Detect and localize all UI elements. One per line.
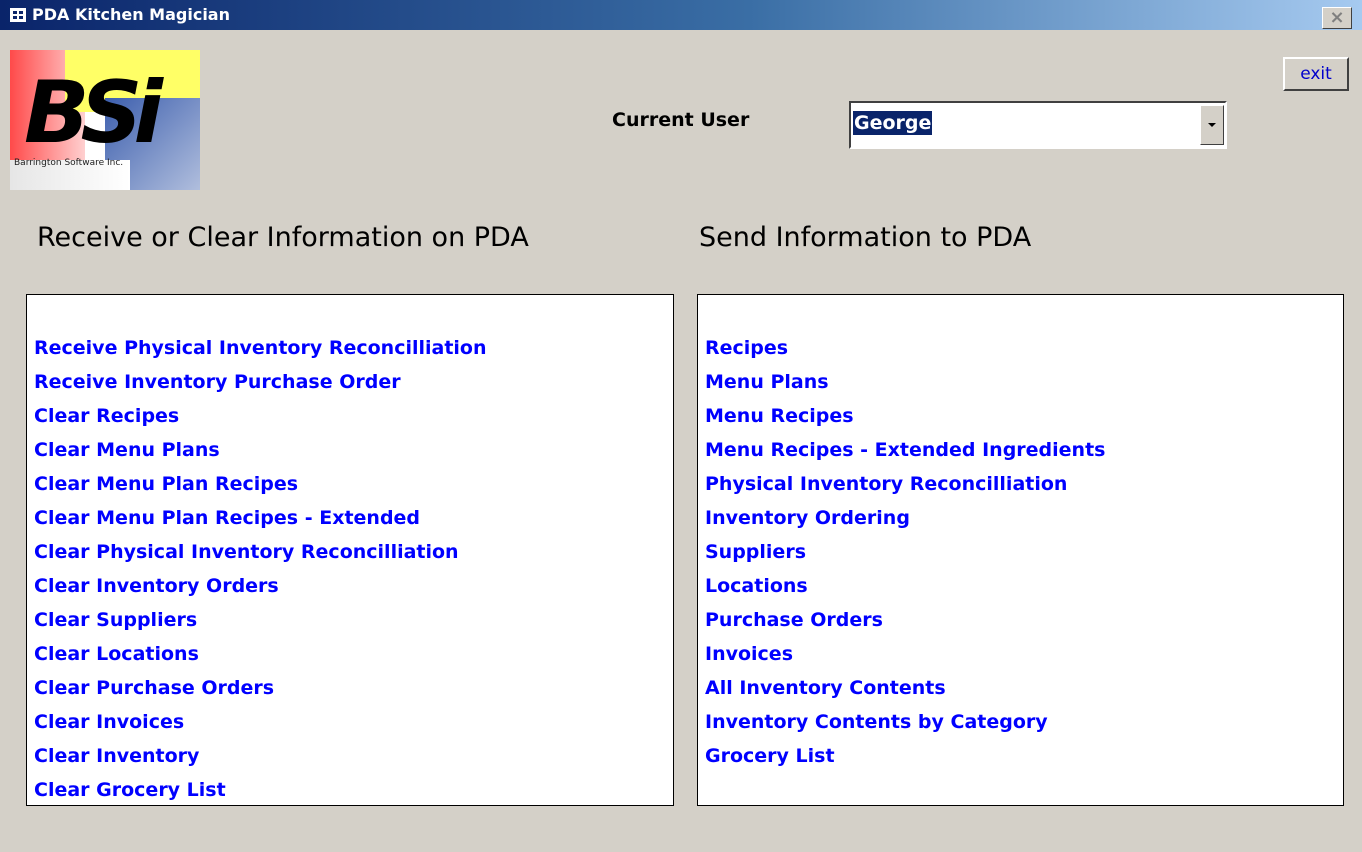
current-user-label: Current User — [612, 109, 750, 131]
receive-clear-list: Receive Physical Inventory Reconcilliati… — [34, 331, 487, 807]
send-list: Recipes Menu Plans Menu Recipes Menu Recipe… — [705, 331, 1105, 773]
receive-clear-link[interactable]: Clear Grocery List — [34, 773, 487, 807]
form-icon — [10, 8, 26, 22]
receive-clear-link[interactable]: Clear Physical Inventory Reconcilliation — [34, 535, 487, 569]
send-panel: Recipes Menu Plans Menu Recipes Menu Recipe… — [697, 294, 1344, 806]
receive-clear-link[interactable]: Clear Invoices — [34, 705, 487, 739]
receive-section-heading: Receive or Clear Information on PDA — [37, 222, 529, 253]
current-user-value[interactable]: George — [853, 111, 933, 135]
chevron-down-icon — [1208, 123, 1216, 127]
send-link[interactable]: Purchase Orders — [705, 603, 1105, 637]
send-link[interactable]: Invoices — [705, 637, 1105, 671]
send-link[interactable]: Suppliers — [705, 535, 1105, 569]
current-user-dropdown[interactable]: George — [849, 101, 1227, 149]
receive-clear-link[interactable]: Clear Menu Plans — [34, 433, 487, 467]
send-link[interactable]: Grocery List — [705, 739, 1105, 773]
send-link[interactable]: Inventory Ordering — [705, 501, 1105, 535]
receive-clear-link[interactable]: Receive Physical Inventory Reconcilliati… — [34, 331, 487, 365]
receive-clear-link[interactable]: Clear Suppliers — [34, 603, 487, 637]
receive-clear-link[interactable]: Clear Recipes — [34, 399, 487, 433]
app-window: PDA Kitchen Magician × BSi Barrington So… — [0, 0, 1362, 852]
receive-clear-panel: Receive Physical Inventory Reconcilliati… — [26, 294, 674, 806]
receive-clear-link[interactable]: Receive Inventory Purchase Order — [34, 365, 487, 399]
receive-clear-link[interactable]: Clear Inventory — [34, 739, 487, 773]
send-section-heading: Send Information to PDA — [699, 222, 1032, 253]
receive-clear-link[interactable]: Clear Menu Plan Recipes - Extended — [34, 501, 487, 535]
exit-button[interactable]: exit — [1283, 57, 1349, 91]
company-logo: BSi Barrington Software Inc. — [10, 50, 200, 190]
logo-company-name: Barrington Software Inc. — [14, 158, 124, 168]
send-link[interactable]: All Inventory Contents — [705, 671, 1105, 705]
receive-clear-link[interactable]: Clear Menu Plan Recipes — [34, 467, 487, 501]
receive-clear-link[interactable]: Clear Purchase Orders — [34, 671, 487, 705]
send-link[interactable]: Menu Recipes — [705, 399, 1105, 433]
receive-clear-link[interactable]: Clear Inventory Orders — [34, 569, 487, 603]
close-button[interactable]: × — [1322, 7, 1352, 29]
send-link[interactable]: Menu Recipes - Extended Ingredients — [705, 433, 1105, 467]
receive-clear-link[interactable]: Clear Locations — [34, 637, 487, 671]
logo-mark: BSi — [24, 63, 163, 163]
send-link[interactable]: Physical Inventory Reconcilliation — [705, 467, 1105, 501]
title-bar[interactable]: PDA Kitchen Magician × — [0, 0, 1362, 30]
dropdown-arrow-button[interactable] — [1200, 105, 1224, 145]
send-link[interactable]: Recipes — [705, 331, 1105, 365]
send-link[interactable]: Menu Plans — [705, 365, 1105, 399]
send-link[interactable]: Inventory Contents by Category — [705, 705, 1105, 739]
window-title: PDA Kitchen Magician — [32, 5, 230, 24]
send-link[interactable]: Locations — [705, 569, 1105, 603]
